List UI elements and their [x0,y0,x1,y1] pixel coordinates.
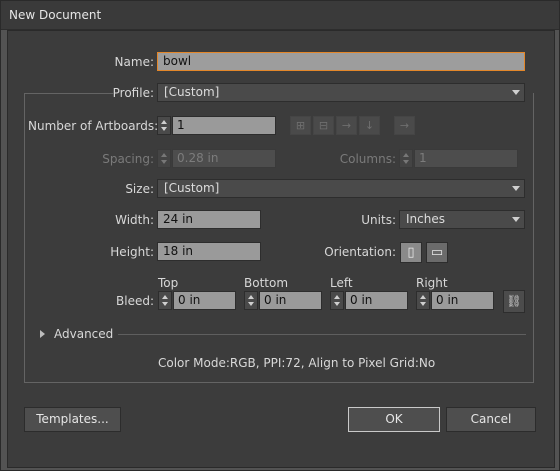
bleed-label: Bleed: [116,294,154,308]
artboards-label: Number of Artboards: [28,119,159,133]
chevron-down-icon [512,217,520,222]
bleed-bottom-input[interactable]: 0 in [259,291,322,310]
bleed-top-label: Top [158,276,179,290]
spacing-input: 0.28 in [172,149,276,168]
expand-triangle-icon[interactable] [40,330,45,338]
grid-by-row-icon[interactable]: ⊞ [290,116,311,135]
right-to-left-icon[interactable]: → [394,116,415,135]
document-summary: Color Mode:RGB, PPI:72, Align to Pixel G… [158,356,436,370]
size-dropdown[interactable]: [Custom] [157,179,525,198]
bleed-right-stepper[interactable] [416,291,430,310]
advanced-toggle[interactable]: Advanced [54,327,113,341]
window-title: New Document [9,8,102,22]
cancel-button[interactable]: Cancel [446,407,536,432]
name-label: Name: [114,55,154,69]
spacing-stepper [157,149,171,168]
bleed-bottom-label: Bottom [244,276,289,290]
bleed-top-input[interactable]: 0 in [173,291,236,310]
bleed-top-stepper[interactable] [158,291,172,310]
orientation-label: Orientation: [324,245,396,259]
width-input[interactable]: 24 in [157,210,261,229]
columns-label: Columns: [339,152,396,166]
grid-by-column-icon[interactable]: ⊟ [313,116,334,135]
bleed-right-label: Right [416,276,448,290]
artboards-input[interactable]: 1 [172,116,276,135]
arrange-by-row-icon[interactable]: → [336,116,357,135]
spacing-label: Spacing: [102,152,154,166]
chain-link-icon[interactable]: ⛓ [503,290,525,313]
bleed-left-label: Left [330,276,353,290]
portrait-orientation-icon[interactable]: ▯ [400,242,422,263]
templates-button[interactable]: Templates... [24,407,121,432]
landscape-orientation-icon[interactable]: ▭ [426,242,448,263]
units-value: Inches [406,212,445,226]
units-label: Units: [361,213,396,227]
ok-button[interactable]: OK [348,407,440,432]
artboards-stepper[interactable] [157,116,171,135]
columns-stepper [399,149,413,168]
size-label: Size: [125,182,154,196]
columns-input: 1 [414,149,518,168]
units-dropdown[interactable]: Inches [399,210,525,229]
bleed-left-stepper[interactable] [330,291,344,310]
width-label: Width: [115,213,154,227]
advanced-divider [118,334,526,335]
group-border-top [24,93,114,94]
title-bar: New Document [1,1,559,30]
name-input[interactable]: bowl [157,52,525,71]
arrange-by-column-icon[interactable]: ↓ [359,116,380,135]
height-input[interactable]: 18 in [157,242,261,261]
chevron-down-icon [512,186,520,191]
bleed-left-input[interactable]: 0 in [345,291,408,310]
size-value: [Custom] [164,181,220,195]
bleed-bottom-stepper[interactable] [244,291,258,310]
bleed-right-input[interactable]: 0 in [431,291,494,310]
height-label: Height: [110,245,154,259]
